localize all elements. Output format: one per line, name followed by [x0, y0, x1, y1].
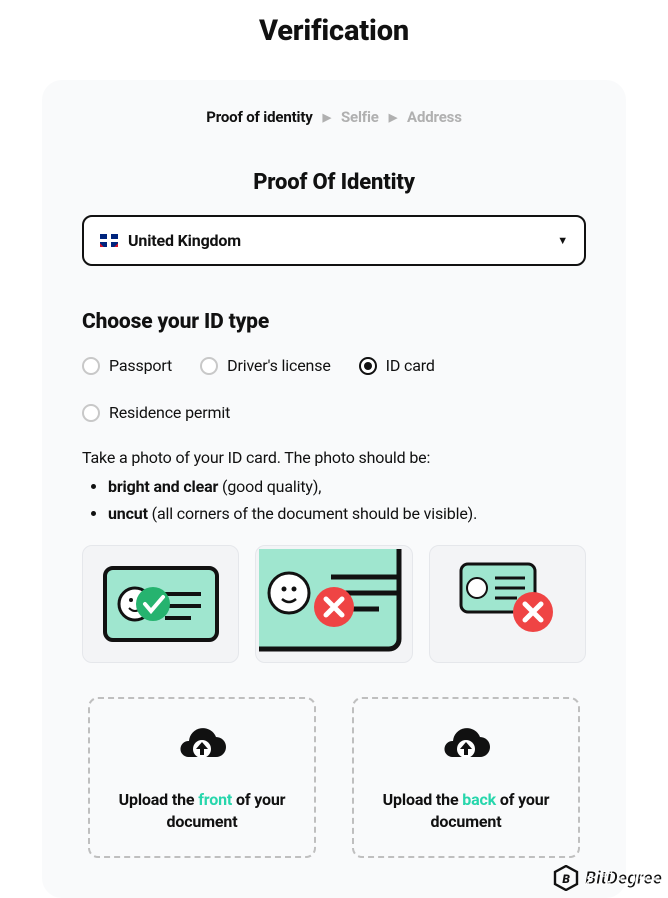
id-card-small-icon: [437, 554, 577, 654]
progress-steps: Proof of identity ▶ Selfie ▶ Address: [82, 108, 586, 126]
radio-id-card[interactable]: ID card: [359, 356, 435, 375]
section-title: Proof Of Identity: [82, 170, 586, 195]
requirement-rest: (all corners of the document should be v…: [148, 504, 477, 523]
highlight-back: back: [462, 790, 496, 809]
example-bad-cropped: [255, 545, 412, 663]
example-images: [82, 545, 586, 663]
country-name: United Kingdom: [128, 231, 547, 250]
photo-instructions: Take a photo of your ID card. The photo …: [82, 448, 586, 467]
country-select[interactable]: United Kingdom ▼: [82, 215, 586, 266]
chevron-down-icon: ▼: [557, 234, 568, 247]
upload-row: Upload the front of your document Upload…: [82, 697, 586, 858]
example-good: [82, 545, 239, 663]
radio-icon: [82, 357, 100, 375]
requirement-strong: bright and clear: [108, 477, 218, 496]
flag-uk-icon: [100, 234, 118, 247]
chevron-right-icon: ▶: [323, 111, 331, 124]
radio-residence-permit[interactable]: Residence permit: [82, 403, 230, 422]
requirement-strong: uncut: [108, 504, 148, 523]
radio-label: ID card: [386, 356, 435, 375]
cloud-upload-icon: [108, 727, 296, 771]
text: Upload the: [119, 790, 199, 809]
radio-icon: [200, 357, 218, 375]
bitdegree-logo-icon: B: [553, 865, 579, 891]
svg-text:B: B: [562, 872, 570, 886]
radio-icon: [359, 357, 377, 375]
upload-back-text: Upload the back of your document: [372, 789, 560, 832]
highlight-front: front: [198, 790, 232, 809]
radio-label: Driver's license: [227, 356, 331, 375]
photo-requirements: bright and clear (good quality), uncut (…: [82, 477, 586, 523]
page-title: Verification: [0, 0, 668, 80]
watermark-text: BitDegree: [585, 868, 662, 889]
example-bad-small: [429, 545, 586, 663]
verification-card: Proof of identity ▶ Selfie ▶ Address Pro…: [42, 80, 626, 898]
text: Upload the: [383, 790, 463, 809]
radio-icon: [82, 404, 100, 422]
requirement-rest: (good quality),: [218, 477, 321, 496]
chevron-right-icon: ▶: [389, 111, 397, 124]
bitdegree-watermark: B BitDegree: [553, 865, 662, 891]
requirement-bright: bright and clear (good quality),: [108, 477, 586, 496]
id-type-radios: Passport Driver's license ID card Reside…: [82, 356, 586, 422]
requirement-uncut: uncut (all corners of the document shoul…: [108, 504, 586, 523]
upload-back-button[interactable]: Upload the back of your document: [352, 697, 580, 858]
cloud-upload-icon: [372, 727, 560, 771]
id-card-good-icon: [101, 564, 221, 644]
radio-label: Residence permit: [109, 403, 230, 422]
id-card-cropped-icon: [259, 549, 409, 659]
radio-drivers-license[interactable]: Driver's license: [200, 356, 331, 375]
step-address: Address: [407, 108, 462, 126]
step-selfie: Selfie: [341, 108, 379, 126]
upload-front-text: Upload the front of your document: [108, 789, 296, 832]
choose-id-type-title: Choose your ID type: [82, 310, 586, 334]
radio-passport[interactable]: Passport: [82, 356, 172, 375]
step-proof-of-identity: Proof of identity: [206, 108, 312, 126]
radio-label: Passport: [109, 356, 172, 375]
upload-front-button[interactable]: Upload the front of your document: [88, 697, 316, 858]
